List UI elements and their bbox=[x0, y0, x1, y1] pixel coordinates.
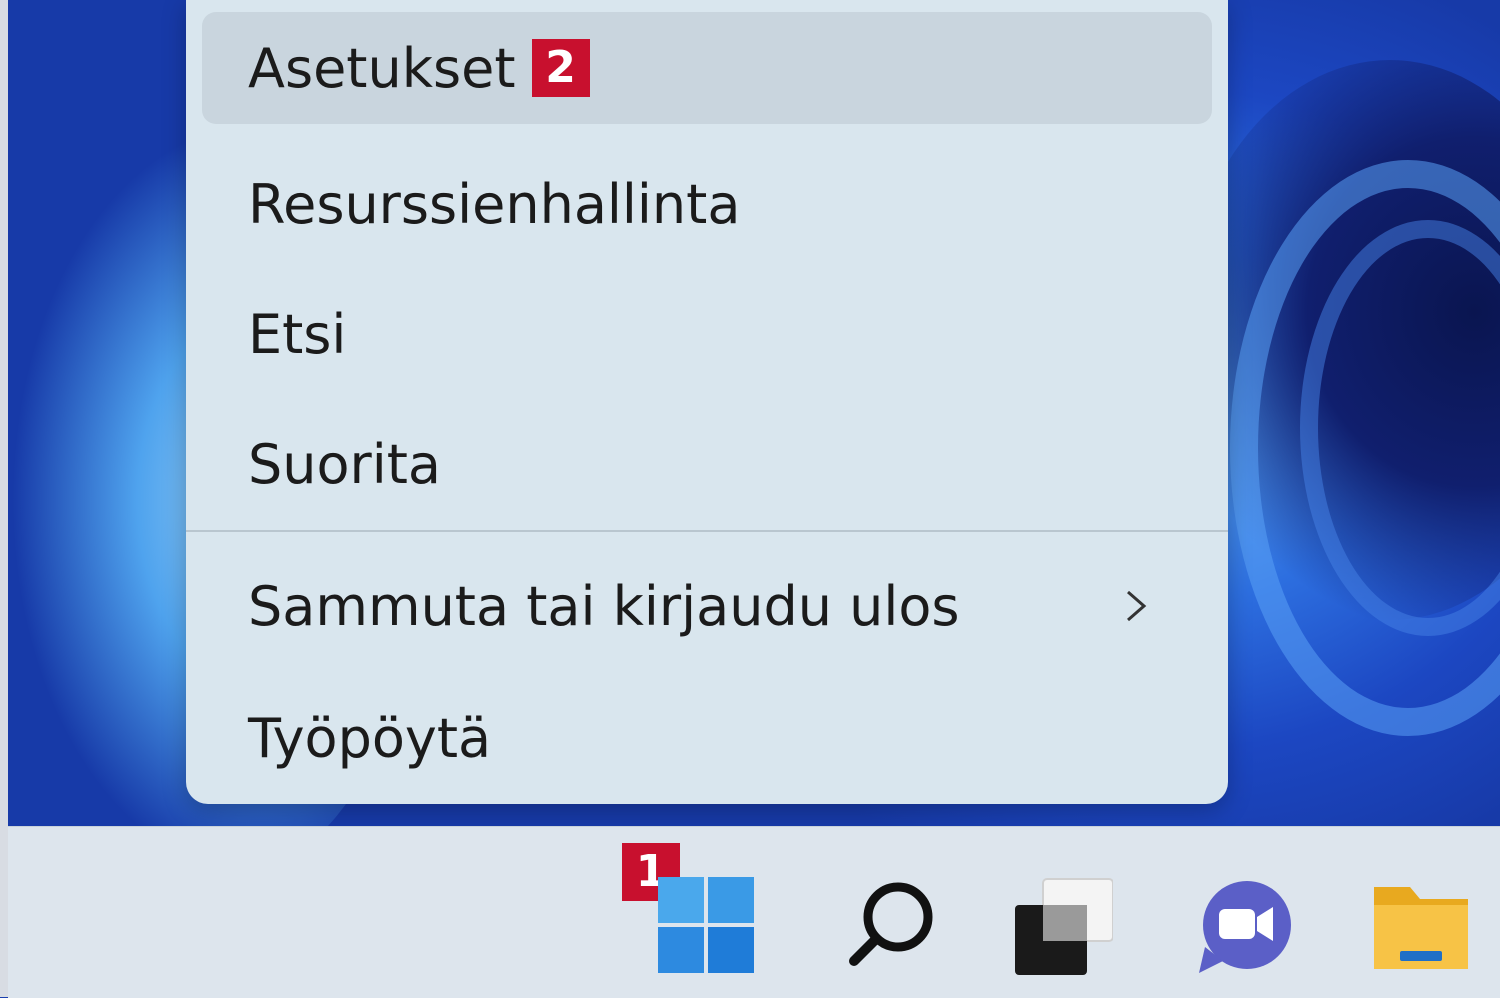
taskbar: 1 bbox=[8, 826, 1500, 998]
menu-item-label: Asetukset bbox=[248, 36, 516, 100]
screen-frame bbox=[0, 0, 8, 997]
menu-item-label: Sammuta tai kirjaudu ulos bbox=[248, 574, 960, 638]
menu-separator bbox=[186, 530, 1228, 532]
menu-item-label: Työpöytä bbox=[248, 706, 492, 770]
menu-item-resurssienhallinta[interactable]: Resurssienhallinta bbox=[202, 148, 1212, 260]
menu-item-etsi[interactable]: Etsi bbox=[202, 278, 1212, 390]
windows-start-icon[interactable] bbox=[658, 877, 754, 973]
step-badge-2: 2 bbox=[531, 39, 590, 97]
chevron-right-icon bbox=[1127, 590, 1147, 622]
context-menu: Asetukset 2 Resurssienhallinta Etsi Suor… bbox=[186, 0, 1228, 804]
menu-item-label: Etsi bbox=[248, 302, 347, 366]
menu-item-suorita[interactable]: Suorita bbox=[202, 408, 1212, 520]
file-explorer-icon[interactable] bbox=[1370, 877, 1470, 977]
menu-item-label: Suorita bbox=[248, 432, 442, 496]
chat-icon[interactable] bbox=[1193, 877, 1293, 977]
menu-item-tyopoyta[interactable]: Työpöytä bbox=[202, 682, 1212, 794]
task-view-icon[interactable] bbox=[1013, 877, 1113, 977]
menu-item-asetukset[interactable]: Asetukset 2 bbox=[202, 12, 1212, 124]
menu-item-label: Resurssienhallinta bbox=[248, 172, 741, 236]
menu-item-sammuta[interactable]: Sammuta tai kirjaudu ulos bbox=[202, 550, 1212, 662]
search-icon[interactable] bbox=[840, 877, 940, 977]
